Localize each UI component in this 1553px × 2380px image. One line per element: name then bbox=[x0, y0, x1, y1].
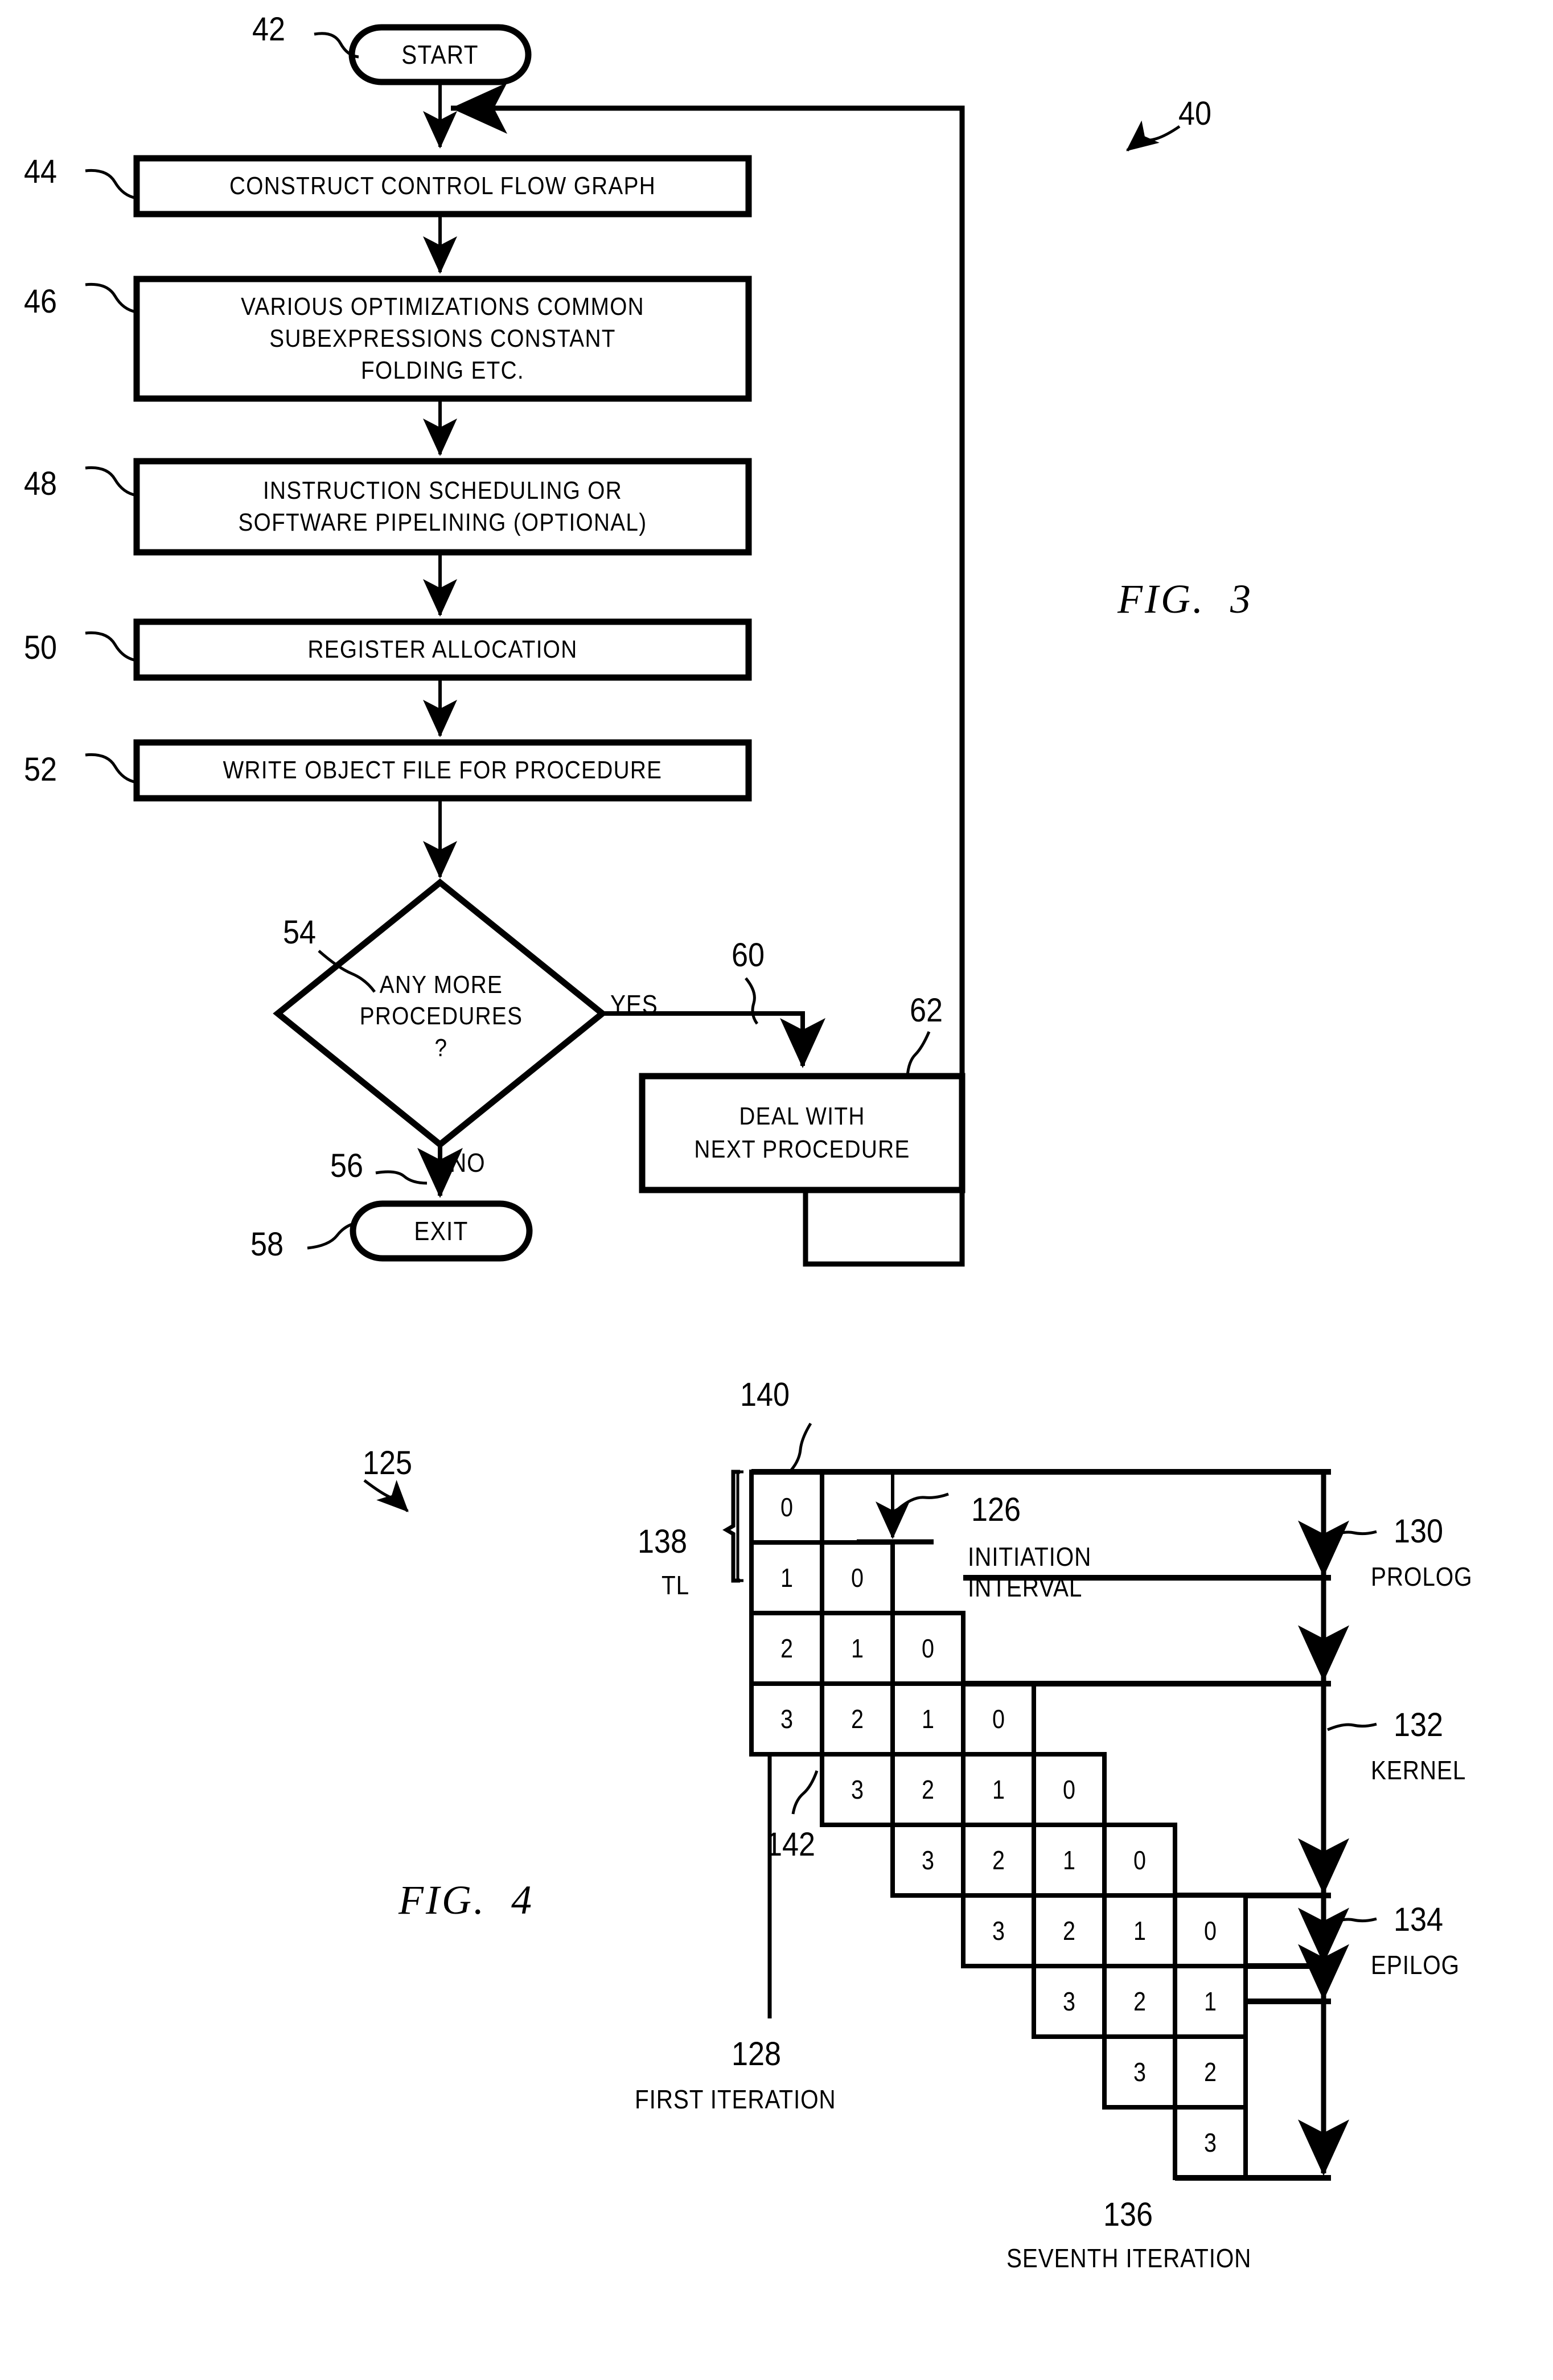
label-first-iteration: FIRST ITERATION bbox=[635, 2084, 836, 2114]
grid-cell-value: 2 bbox=[1062, 1915, 1076, 1946]
label-prolog: PROLOG bbox=[1371, 1562, 1473, 1591]
grid-cell-value: 1 bbox=[780, 1562, 794, 1593]
grid-cell-value: 0 bbox=[780, 1492, 794, 1522]
grid-cell-value: 3 bbox=[1133, 2057, 1147, 2087]
ref-126: 126 bbox=[971, 1491, 1021, 1528]
grid-cell-value: 2 bbox=[1203, 2057, 1217, 2087]
grid-cell-value: 0 bbox=[851, 1562, 864, 1593]
ref-140: 140 bbox=[740, 1376, 790, 1413]
ref-62: 62 bbox=[910, 992, 943, 1029]
ref-132: 132 bbox=[1394, 1706, 1444, 1743]
grid-cell-value: 1 bbox=[1203, 1986, 1217, 2016]
node-54-label: ANY MORE PROCEDURES ? bbox=[359, 970, 523, 1062]
node-52-label: WRITE OBJECT FILE FOR PROCEDURE bbox=[223, 756, 663, 784]
node-44-label: CONSTRUCT CONTROL FLOW GRAPH bbox=[229, 171, 656, 200]
grid-cell-value: 0 bbox=[921, 1633, 935, 1663]
grid-cell-value: 3 bbox=[851, 1774, 864, 1804]
fig3-caption: FIG. 3 bbox=[1117, 576, 1253, 622]
ref-128: 128 bbox=[732, 2036, 782, 2073]
grid-cell-value: 2 bbox=[921, 1774, 935, 1804]
grid-cell-value: 1 bbox=[1133, 1915, 1147, 1946]
node-start-label: START bbox=[401, 39, 479, 69]
ref-50: 50 bbox=[24, 629, 57, 666]
grid-cell-value: 1 bbox=[992, 1774, 1005, 1804]
branch-no-label: NO bbox=[450, 1148, 486, 1177]
label-tl: TL bbox=[662, 1570, 690, 1600]
grid-cell-value: 2 bbox=[1133, 1986, 1147, 2016]
ref-136: 136 bbox=[1103, 2196, 1153, 2233]
grid-cell-value: 3 bbox=[1062, 1986, 1076, 2016]
fig4-caption: FIG. 4 bbox=[398, 1877, 534, 1923]
ref-54: 54 bbox=[283, 914, 317, 951]
label-initiation-interval: INITIATION INTERVAL bbox=[968, 1542, 1092, 1603]
ref-44: 44 bbox=[24, 153, 57, 190]
grid-cell-value: 1 bbox=[921, 1704, 935, 1734]
grid-cell-value: 3 bbox=[921, 1845, 935, 1875]
label-kernel: KERNEL bbox=[1371, 1755, 1466, 1785]
grid-cell-value: 1 bbox=[851, 1633, 864, 1663]
ref-42: 42 bbox=[252, 11, 286, 48]
patent-drawing-sheet: 42 START 44 CONSTRUCT CONTROL FLOW GRAPH… bbox=[0, 0, 1553, 2380]
node-62-label: DEAL WITH NEXT PROCEDURE bbox=[694, 1102, 910, 1163]
ref-48: 48 bbox=[24, 465, 57, 502]
ref-52: 52 bbox=[24, 751, 57, 788]
grid-cell-value: 0 bbox=[992, 1704, 1005, 1734]
grid-cell-value: 3 bbox=[992, 1915, 1005, 1946]
grid-cell-value: 2 bbox=[992, 1845, 1005, 1875]
ref-142: 142 bbox=[766, 1826, 816, 1863]
ref-130: 130 bbox=[1394, 1513, 1444, 1550]
label-seventh-iteration: SEVENTH ITERATION bbox=[1006, 2243, 1252, 2273]
node-exit-label: EXIT bbox=[414, 1216, 469, 1246]
grid-cell-value: 3 bbox=[780, 1704, 794, 1734]
node-46-label: VARIOUS OPTIMIZATIONS COMMON SUBEXPRESSI… bbox=[241, 292, 644, 385]
ref-125: 125 bbox=[363, 1445, 413, 1482]
grid-cell-value: 2 bbox=[851, 1704, 864, 1734]
ref-134: 134 bbox=[1394, 1901, 1444, 1938]
ref-46: 46 bbox=[24, 283, 57, 320]
ref-56: 56 bbox=[330, 1147, 364, 1184]
grid-cell-value: 0 bbox=[1133, 1845, 1147, 1875]
grid-cell-value: 0 bbox=[1203, 1915, 1217, 1946]
branch-yes-label: YES bbox=[610, 990, 658, 1019]
node-48-label: INSTRUCTION SCHEDULING OR SOFTWARE PIPEL… bbox=[238, 476, 647, 536]
label-epilog: EPILOG bbox=[1371, 1950, 1460, 1980]
ref-138: 138 bbox=[638, 1523, 688, 1560]
ref-40: 40 bbox=[1178, 95, 1212, 132]
node-50-label: REGISTER ALLOCATION bbox=[307, 635, 578, 663]
grid-cell-value: 0 bbox=[1062, 1774, 1076, 1804]
ref-58: 58 bbox=[250, 1226, 284, 1263]
grid-cell-value: 3 bbox=[1203, 2127, 1217, 2157]
grid-cell-value: 1 bbox=[1062, 1845, 1076, 1875]
ref-60: 60 bbox=[732, 937, 765, 974]
grid-cell-value: 2 bbox=[780, 1633, 794, 1663]
